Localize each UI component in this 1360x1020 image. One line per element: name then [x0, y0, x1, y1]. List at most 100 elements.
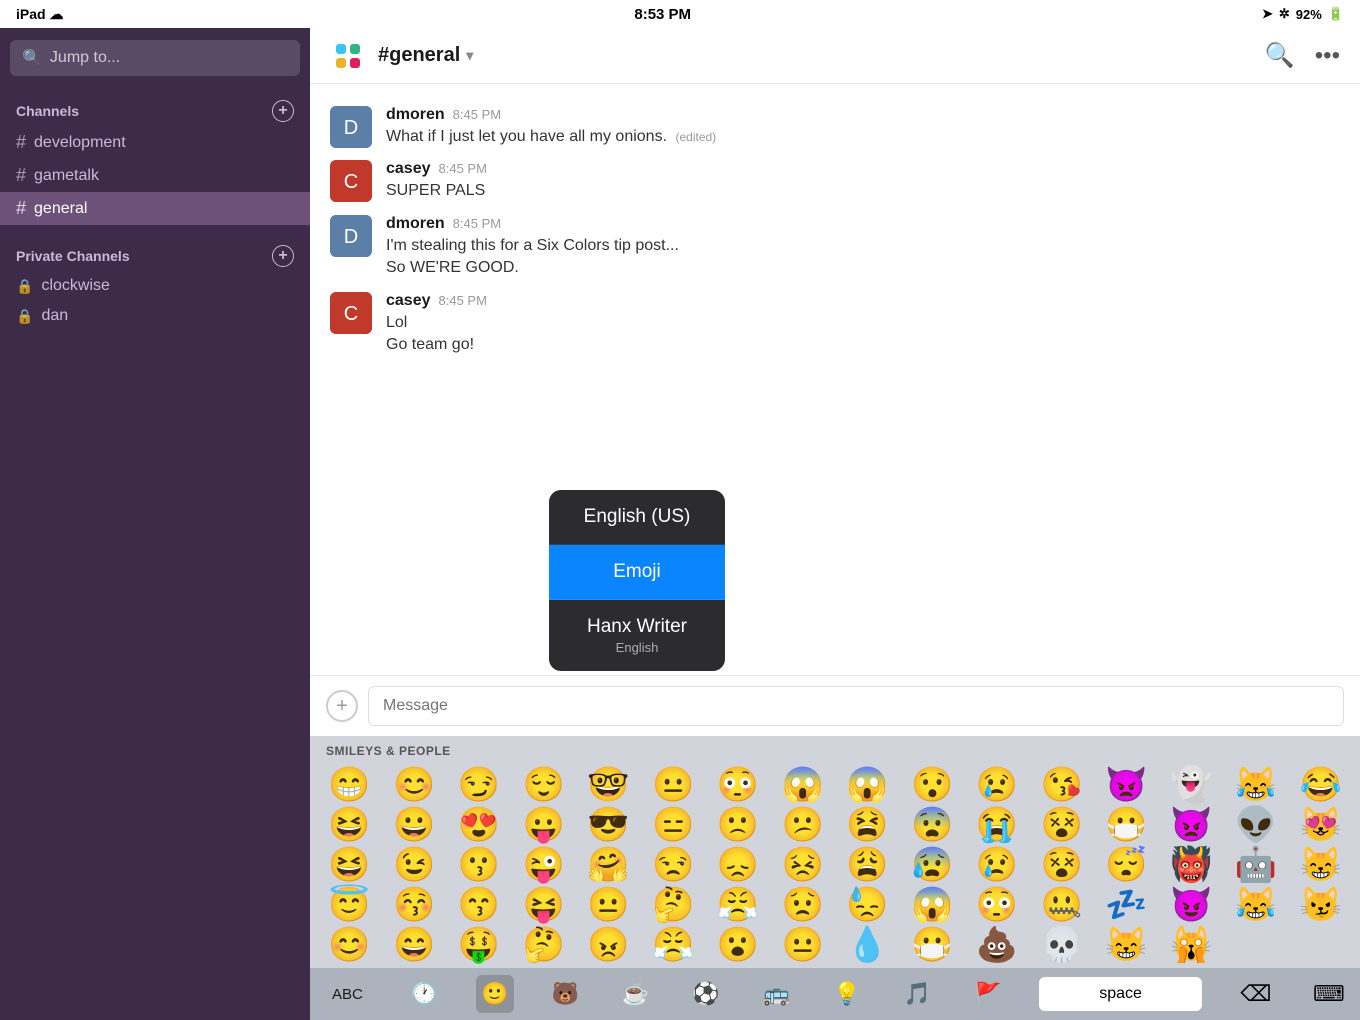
emoji-cell[interactable]: 😩	[836, 846, 899, 884]
dropdown-arrow-icon[interactable]: ▾	[466, 47, 473, 64]
emoji-cell[interactable]: 😐	[577, 886, 640, 924]
emoji-cell[interactable]: 😕	[771, 806, 834, 844]
emoji-cell[interactable]: 💧	[836, 926, 899, 964]
emoji-cell[interactable]: 😗	[448, 846, 511, 884]
emoji-cell[interactable]: 😁	[318, 766, 381, 804]
emoji-cell[interactable]: 🤐	[1030, 886, 1093, 924]
language-option-emoji[interactable]: Emoji	[549, 545, 725, 600]
search-button[interactable]: 🔍	[1265, 41, 1295, 70]
emoji-cell[interactable]: 😭	[966, 806, 1029, 844]
emoji-cell[interactable]: 🤔	[512, 926, 575, 964]
emoji-cell[interactable]: 😊	[318, 926, 381, 964]
sidebar-item-gametalk[interactable]: # gametalk	[0, 159, 310, 192]
emoji-cell[interactable]: 😉	[383, 846, 446, 884]
emoji-cell[interactable]: 😳	[707, 766, 770, 804]
emoji-cell[interactable]: 🤓	[577, 766, 640, 804]
emoji-cell[interactable]: 💤	[1095, 886, 1158, 924]
emoji-cell[interactable]: 😂	[1289, 766, 1352, 804]
symbols-emoji-button[interactable]: 🎵	[898, 975, 936, 1013]
more-options-button[interactable]: •••	[1315, 42, 1340, 70]
emoji-cell[interactable]: 😄	[383, 926, 446, 964]
emoji-cell[interactable]: 😆	[318, 846, 381, 884]
recent-emoji-button[interactable]: 🕐	[405, 975, 443, 1013]
emoji-cell[interactable]: 😨	[901, 806, 964, 844]
emoji-cell[interactable]: 😛	[512, 806, 575, 844]
emoji-cell[interactable]: 😰	[901, 846, 964, 884]
smiley-emoji-button[interactable]: 🙂	[476, 975, 514, 1013]
emoji-cell[interactable]: 😼	[1289, 886, 1352, 924]
emoji-cell[interactable]: 😹	[1225, 886, 1288, 924]
emoji-cell[interactable]: 😑	[642, 806, 705, 844]
emoji-cell[interactable]: 🙁	[707, 806, 770, 844]
emoji-cell[interactable]: 👿	[1160, 806, 1223, 844]
emoji-cell[interactable]: 🤑	[448, 926, 511, 964]
emoji-cell[interactable]: 🤔	[642, 886, 705, 924]
emoji-cell[interactable]: 😏	[448, 766, 511, 804]
emoji-cell[interactable]: 😚	[383, 886, 446, 924]
emoji-cell[interactable]: 😘	[1030, 766, 1093, 804]
sidebar-item-development[interactable]: # development	[0, 126, 310, 159]
emoji-cell[interactable]: 😈	[1160, 886, 1223, 924]
emoji-cell[interactable]: 😍	[448, 806, 511, 844]
emoji-cell[interactable]: 😤	[642, 926, 705, 964]
sidebar-item-dan[interactable]: 🔒 dan	[0, 301, 310, 331]
food-emoji-button[interactable]: ☕	[617, 975, 655, 1013]
emoji-cell[interactable]: 😜	[512, 846, 575, 884]
emoji-cell[interactable]: 😠	[577, 926, 640, 964]
sidebar-item-general[interactable]: # general	[0, 192, 310, 225]
emoji-cell[interactable]: 💀	[1030, 926, 1093, 964]
emoji-cell[interactable]: 😱	[771, 766, 834, 804]
emoji-cell[interactable]: 😢	[966, 846, 1029, 884]
emoji-cell[interactable]: 😣	[771, 846, 834, 884]
emoji-cell[interactable]: 😷	[1095, 806, 1158, 844]
jump-to-search[interactable]: 🔍 Jump to...	[10, 40, 300, 76]
emoji-cell[interactable]: 🤗	[577, 846, 640, 884]
delete-button[interactable]: ⌫	[1234, 975, 1277, 1013]
emoji-cell[interactable]: 😵	[1030, 846, 1093, 884]
emoji-cell[interactable]: 🤖	[1225, 846, 1288, 884]
emoji-cell[interactable]: 😯	[901, 766, 964, 804]
emoji-cell[interactable]: 😴	[1095, 846, 1158, 884]
emoji-cell[interactable]: 😇	[318, 886, 381, 924]
emoji-cell[interactable]: 💩	[966, 926, 1029, 964]
emoji-cell[interactable]: 😮	[707, 926, 770, 964]
travel-emoji-button[interactable]: 🚌	[757, 975, 795, 1013]
emoji-cell[interactable]: 😱	[901, 886, 964, 924]
activity-emoji-button[interactable]: ⚽	[687, 975, 725, 1013]
animal-emoji-button[interactable]: 🐻	[546, 975, 584, 1013]
message-input[interactable]	[368, 686, 1344, 726]
emoji-cell[interactable]: 😷	[901, 926, 964, 964]
emoji-cell[interactable]: 😟	[771, 886, 834, 924]
emoji-cell[interactable]: 😤	[707, 886, 770, 924]
flags-emoji-button[interactable]: 🚩	[969, 975, 1007, 1013]
emoji-cell[interactable]: 😙	[448, 886, 511, 924]
emoji-cell[interactable]: 😓	[836, 886, 899, 924]
emoji-cell[interactable]: 🙀	[1160, 926, 1223, 964]
emoji-cell[interactable]	[1225, 926, 1288, 964]
emoji-cell[interactable]: 👻	[1160, 766, 1223, 804]
emoji-cell[interactable]: 😻	[1289, 806, 1352, 844]
add-private-channel-button[interactable]: +	[272, 245, 294, 267]
emoji-cell[interactable]: 😆	[318, 806, 381, 844]
language-option-english-us[interactable]: English (US)	[549, 490, 725, 545]
emoji-cell[interactable]: 😞	[707, 846, 770, 884]
sidebar-item-clockwise[interactable]: 🔒 clockwise	[0, 271, 310, 301]
emoji-cell[interactable]: 😀	[383, 806, 446, 844]
emoji-cell[interactable]: 😳	[966, 886, 1029, 924]
emoji-cell[interactable]: 😫	[836, 806, 899, 844]
emoji-cell[interactable]: 😸	[1289, 846, 1352, 884]
add-attachment-button[interactable]: +	[326, 690, 358, 722]
emoji-cell[interactable]: 😊	[383, 766, 446, 804]
emoji-cell[interactable]: 😒	[642, 846, 705, 884]
emoji-cell[interactable]: 😌	[512, 766, 575, 804]
emoji-cell[interactable]: 😵	[1030, 806, 1093, 844]
keyboard-switch-button[interactable]: ⌨	[1310, 975, 1348, 1013]
add-channel-button[interactable]: +	[272, 100, 294, 122]
emoji-cell[interactable]: 😱	[836, 766, 899, 804]
language-option-hanx-writer[interactable]: Hanx Writer English	[549, 600, 725, 671]
emoji-cell[interactable]: 😢	[966, 766, 1029, 804]
emoji-cell[interactable]: 😹	[1225, 766, 1288, 804]
objects-emoji-button[interactable]: 💡	[828, 975, 866, 1013]
emoji-cell[interactable]: 😎	[577, 806, 640, 844]
emoji-cell[interactable]: 👹	[1160, 846, 1223, 884]
